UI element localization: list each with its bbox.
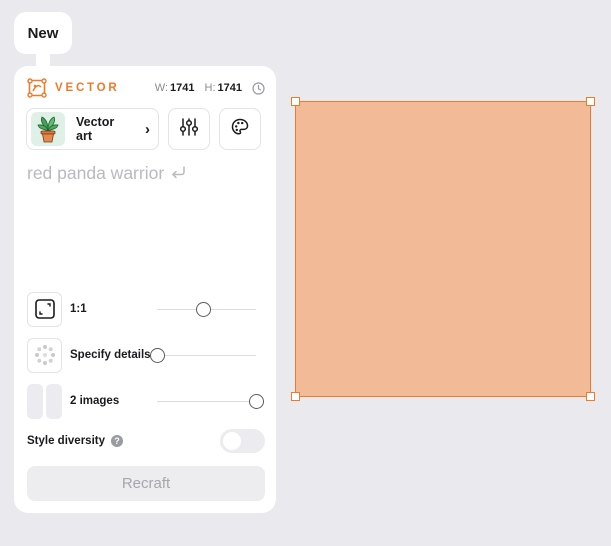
style-picker-button[interactable]: Vector art › [26,108,159,150]
two-panels-icon[interactable] [27,383,62,419]
aspect-ratio-label: 1:1 [70,303,87,315]
panel-header: VECTOR W: 1741 H: 1741 [27,78,265,98]
vector-logo-icon [27,78,47,98]
image-count-slider-knob[interactable] [248,394,264,409]
dotted-circle-icon[interactable] [27,337,62,373]
height-value: 1741 [217,82,242,94]
resize-handle-top-left[interactable] [291,97,300,106]
style-name: Vector art [76,115,115,143]
aspect-ratio-slider-knob[interactable] [196,302,212,317]
resize-handle-top-right[interactable] [586,97,595,106]
help-question-icon[interactable]: ? [110,435,123,447]
details-slider-knob[interactable] [149,348,165,363]
new-tab-label: New [27,24,59,42]
new-tab[interactable]: New [14,12,72,70]
resize-handle-bottom-left[interactable] [291,392,300,401]
recraft-button[interactable]: Recraft [27,466,265,501]
resize-handle-bottom-right[interactable] [586,392,595,401]
potted-plant-icon [31,112,65,146]
sliders-icon [179,117,199,142]
aspect-ratio-icon[interactable] [27,291,62,327]
height-label: H: [204,82,216,94]
details-label: Specify details [70,349,151,361]
sliders-button[interactable] [168,108,210,150]
chevron-right-icon: › [145,120,150,138]
image-count-row: 2 images [27,383,265,419]
return-arrow-icon[interactable] [170,163,186,184]
prompt-text: red panda warrior [27,163,165,183]
toggle-knob [223,432,241,450]
style-diversity-toggle[interactable] [220,429,265,453]
width-label: W: [154,82,169,94]
details-track [157,355,256,356]
details-row: Specify details [27,337,265,373]
image-count-track [157,401,256,402]
image-count-label: 2 images [70,395,120,407]
dimensions[interactable]: W: 1741 H: 1741 [154,81,265,95]
style-diversity-label: Style diversity [27,435,105,447]
aspect-ratio-row: 1:1 [27,291,265,327]
prompt-input[interactable]: red panda warrior [27,163,186,184]
palette-button[interactable] [219,108,261,150]
mode-label: VECTOR [55,82,120,94]
width-value: 1741 [170,82,195,94]
style-row: Vector art › [26,108,264,150]
canvas-frame[interactable] [291,97,595,401]
generation-panel: VECTOR W: 1741 H: 1741 Vector art › red … [14,66,276,513]
style-diversity-row: Style diversity ? [27,429,265,453]
palette-icon [230,117,250,142]
history-clock-icon[interactable] [252,81,265,95]
